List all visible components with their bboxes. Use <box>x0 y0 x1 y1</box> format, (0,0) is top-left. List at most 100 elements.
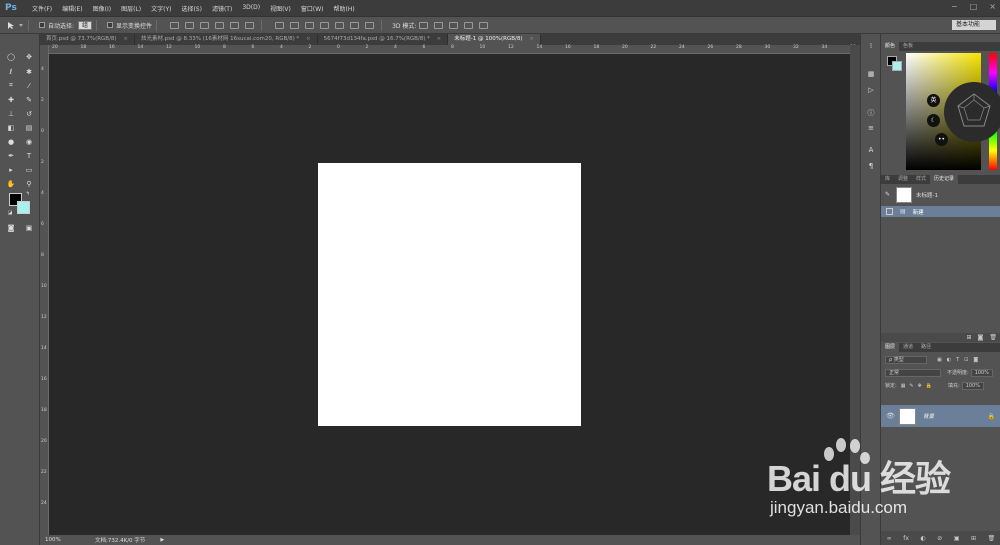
3d-rotate-icon[interactable] <box>419 21 429 29</box>
new-document-from-state-icon[interactable]: ⊞ <box>967 333 972 342</box>
filter-icons[interactable]: ▣◐T⊡◙ <box>937 357 983 363</box>
align-right-icon[interactable] <box>245 21 255 29</box>
gradient-tool-icon[interactable]: ▤ <box>23 122 35 133</box>
properties-icon[interactable]: ≡ <box>866 124 876 134</box>
menu-view[interactable]: 视图(V) <box>265 4 296 13</box>
layer-row[interactable]: 👁 背景 🔒 <box>881 405 1000 427</box>
3d-scale-icon[interactable] <box>479 21 489 29</box>
lock-icons[interactable]: ▦✎✥🔒 <box>901 383 936 389</box>
menu-filter[interactable]: 滤镜(T) <box>207 4 237 13</box>
crop-tool-icon[interactable]: ⌗ <box>5 80 17 91</box>
history-brush-tool-icon[interactable]: ↺ <box>23 108 35 119</box>
delete-icon[interactable]: 🗑 <box>989 333 997 342</box>
close-window-button[interactable]: × <box>989 2 996 11</box>
quick-mask-icon[interactable]: ◙ <box>5 222 17 233</box>
path-selection-tool-icon[interactable]: ▸ <box>5 164 17 175</box>
align-top-icon[interactable] <box>170 21 180 29</box>
show-transform-checkbox[interactable] <box>107 22 114 28</box>
move-tool-icon[interactable]: ✥ <box>23 51 35 62</box>
close-icon[interactable]: × <box>123 36 128 42</box>
tab-paths[interactable]: 路径 <box>917 343 935 352</box>
3d-roll-icon[interactable] <box>434 21 444 29</box>
swap-colors-icon[interactable]: ↰ <box>22 188 34 199</box>
eyedropper-tool-icon[interactable]: ⁄ <box>23 80 35 91</box>
3d-drag-icon[interactable] <box>449 21 459 29</box>
tab-libraries[interactable]: 库 <box>881 175 894 184</box>
new-layer-icon[interactable]: ⊞ <box>971 535 976 542</box>
background-color-swatch[interactable] <box>17 201 30 214</box>
ime-moon-button[interactable]: ☾ <box>927 114 940 127</box>
zoom-level[interactable]: 100% <box>45 537 85 543</box>
doc-tab-2[interactable]: 炫光素材.psd @ 8.33% (16素材网 16sucai.com20, R… <box>135 34 318 45</box>
state-checkbox[interactable] <box>886 208 893 215</box>
tab-styles[interactable]: 样式 <box>912 175 930 184</box>
status-menu-arrow-icon[interactable]: ▶ <box>160 537 164 543</box>
menu-edit[interactable]: 编辑(E) <box>57 4 87 13</box>
brush-tool-icon[interactable]: ✎ <box>23 94 35 105</box>
delete-layer-icon[interactable]: 🗑 <box>988 535 996 542</box>
close-icon[interactable]: × <box>437 36 442 42</box>
auto-select-checkbox[interactable] <box>39 22 45 28</box>
menu-file[interactable]: 文件(F) <box>27 4 57 13</box>
doc-tab-4-active[interactable]: 未标题-1 @ 100%(RGB/8) × <box>448 34 541 45</box>
magic-wand-tool-icon[interactable]: ✱ <box>23 66 35 77</box>
create-snapshot-icon[interactable]: ◙ <box>978 333 984 342</box>
info-icon[interactable]: ⓘ <box>866 108 876 118</box>
opacity-field[interactable]: 100% <box>970 368 993 377</box>
healing-brush-tool-icon[interactable]: ✚ <box>5 94 17 105</box>
history-icon[interactable]: ▦ <box>866 70 876 80</box>
tab-color[interactable]: 颜色 <box>881 42 900 51</box>
marquee-tool-icon[interactable]: ◯ <box>5 51 17 62</box>
actions-icon[interactable]: ▷ <box>866 86 876 96</box>
history-snapshot[interactable]: ✎ 未标题-1 <box>881 185 1000 204</box>
align-hcenter-icon[interactable] <box>230 21 240 29</box>
paragraph-icon[interactable]: ¶ <box>866 162 876 172</box>
menu-layer[interactable]: 图层(L) <box>116 4 146 13</box>
visibility-eye-icon[interactable]: 👁 <box>886 412 895 420</box>
auto-select-dropdown[interactable]: 组 <box>78 20 93 30</box>
tab-adjustments[interactable]: 调整 <box>894 175 912 184</box>
layer-style-icon[interactable]: fx <box>903 535 909 542</box>
ruler-top[interactable]: 20 18 16 14 12 10 8 6 4 2 0 2 4 6 8 10 12 14 16 18 20 22 24 26 2… <box>40 45 856 54</box>
character-icon[interactable]: A <box>866 146 876 156</box>
fill-field[interactable]: 100% <box>961 381 985 390</box>
align-bottom-icon[interactable] <box>200 21 210 29</box>
distribute-right-icon[interactable] <box>350 21 360 29</box>
dodge-tool-icon[interactable]: ◉ <box>23 136 35 147</box>
rectangle-tool-icon[interactable]: ▭ <box>23 164 35 175</box>
distribute-bottom-icon[interactable] <box>305 21 315 29</box>
panel-background-swatch[interactable] <box>892 61 902 71</box>
menu-type[interactable]: 文字(Y) <box>146 4 176 13</box>
tab-history[interactable]: 历史记录 <box>930 175 959 184</box>
distribute-hcenter-icon[interactable] <box>335 21 345 29</box>
type-tool-icon[interactable]: T <box>23 150 35 161</box>
screen-mode-icon[interactable]: ▣ <box>23 222 35 233</box>
eraser-tool-icon[interactable]: ◧ <box>5 122 17 133</box>
distribute-top-icon[interactable] <box>275 21 285 29</box>
doc-tab-3[interactable]: 5674f73d134fa.psd @ 16.7%(RGB/8) * × <box>318 34 449 45</box>
canvas-area[interactable] <box>49 54 850 535</box>
history-state[interactable]: ▤ 新建 <box>881 206 1000 217</box>
tab-swatches[interactable]: 色板 <box>899 42 917 51</box>
move-tool-preset[interactable] <box>6 17 24 34</box>
menu-window[interactable]: 窗口(W) <box>296 4 329 13</box>
menu-select[interactable]: 选择(S) <box>176 4 207 13</box>
close-icon[interactable]: × <box>306 36 311 42</box>
align-vcenter-icon[interactable] <box>185 21 195 29</box>
doc-tab-1[interactable]: 首页.psd @ 73.7%(RGB/8) × <box>40 34 135 45</box>
default-colors-icon[interactable]: ◪ <box>4 207 16 218</box>
new-group-icon[interactable]: ▣ <box>954 535 960 542</box>
lasso-tool-icon[interactable]: ℓ <box>5 66 17 77</box>
blend-mode-dropdown[interactable]: 正常 <box>885 368 941 377</box>
maximize-button[interactable]: □ <box>970 2 978 11</box>
tab-channels[interactable]: 通道 <box>899 343 917 352</box>
blur-tool-icon[interactable]: ● <box>5 136 17 147</box>
minimize-button[interactable]: − <box>951 2 958 11</box>
3d-slide-icon[interactable] <box>464 21 474 29</box>
menu-image[interactable]: 图像(I) <box>88 4 116 13</box>
arrange-icon[interactable]: ⁞ <box>866 42 876 52</box>
menu-3d[interactable]: 3D(D) <box>237 4 265 13</box>
distribute-vcenter-icon[interactable] <box>290 21 300 29</box>
clone-stamp-tool-icon[interactable]: ⊥ <box>5 108 17 119</box>
hand-tool-icon[interactable]: ✋ <box>5 178 17 189</box>
